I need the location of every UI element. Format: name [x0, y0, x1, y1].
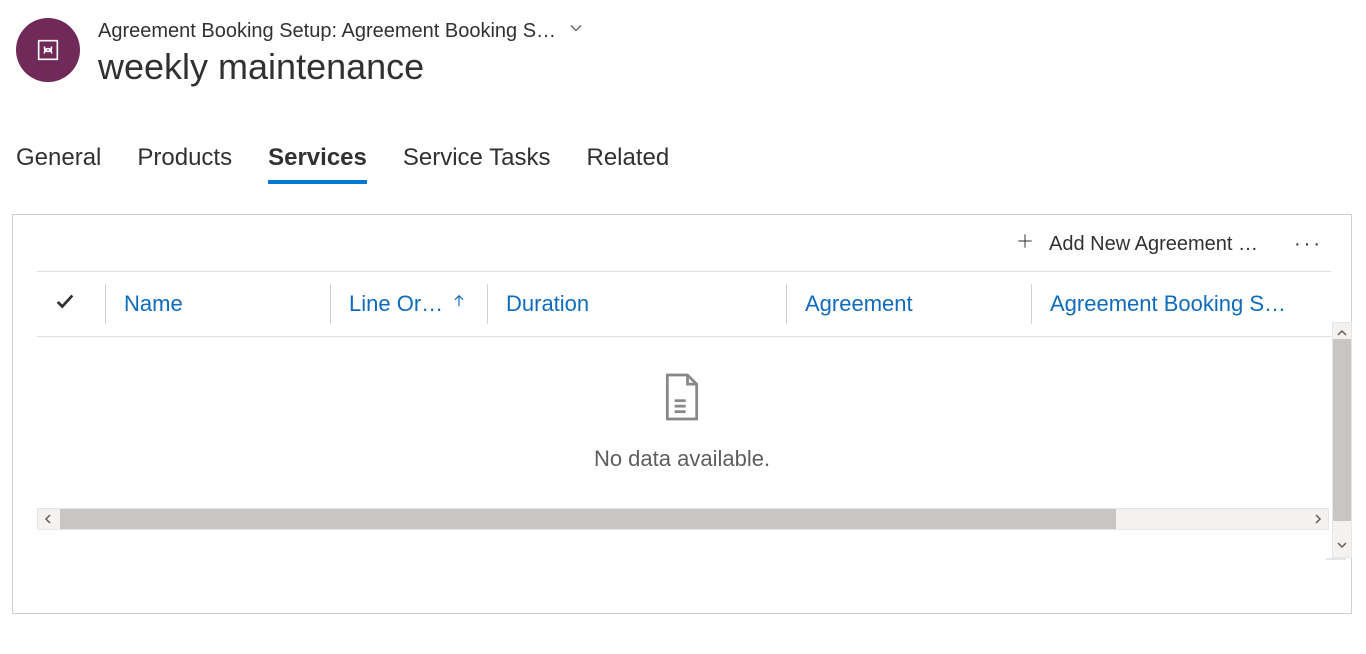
- vertical-scrollbar[interactable]: [1332, 322, 1352, 558]
- services-panel: Add New Agreement … ··· Name Line Or…: [12, 214, 1352, 614]
- select-all-checkbox[interactable]: [37, 290, 93, 318]
- column-divider: [105, 284, 106, 324]
- tab-related[interactable]: Related: [586, 144, 669, 184]
- column-header-agreement-booking-setup[interactable]: Agreement Booking S…: [1044, 291, 1298, 317]
- column-divider: [1031, 284, 1032, 324]
- sort-ascending-icon: [451, 291, 467, 317]
- horizontal-scrollbar[interactable]: [37, 508, 1329, 530]
- tab-products[interactable]: Products: [137, 144, 232, 184]
- column-label: Duration: [506, 291, 589, 317]
- scroll-thumb[interactable]: [1333, 339, 1351, 521]
- tab-services[interactable]: Services: [268, 144, 367, 184]
- column-label: Line Or…: [349, 291, 443, 317]
- page-title: weekly maintenance: [98, 46, 586, 88]
- scroll-down-icon[interactable]: [1337, 537, 1347, 555]
- subgrid-header: Name Line Or… Duration Agreement: [37, 271, 1331, 337]
- empty-message: No data available.: [594, 446, 770, 472]
- empty-grid-state: No data available.: [13, 337, 1351, 502]
- tab-general[interactable]: General: [16, 144, 101, 184]
- column-divider: [786, 284, 787, 324]
- column-label: Name: [124, 291, 183, 317]
- plus-icon: [1015, 231, 1035, 257]
- column-label: Agreement Booking S…: [1050, 291, 1286, 317]
- add-new-agreement-button[interactable]: Add New Agreement …: [1015, 231, 1258, 257]
- check-icon: [54, 290, 76, 318]
- scroll-left-icon[interactable]: [38, 509, 58, 529]
- more-commands-button[interactable]: ···: [1294, 233, 1323, 256]
- vertical-scrollbar[interactable]: [1326, 558, 1346, 560]
- chevron-down-icon[interactable]: [566, 18, 586, 44]
- tab-bar: General Products Services Service Tasks …: [0, 144, 1366, 184]
- tab-service-tasks[interactable]: Service Tasks: [403, 144, 551, 184]
- column-header-line-order[interactable]: Line Or…: [343, 291, 475, 317]
- column-divider: [330, 284, 331, 324]
- column-header-agreement[interactable]: Agreement: [799, 291, 1019, 317]
- breadcrumb-text: Agreement Booking Setup: Agreement Booki…: [98, 20, 556, 43]
- record-header: Agreement Booking Setup: Agreement Booki…: [0, 0, 1366, 88]
- column-header-duration[interactable]: Duration: [500, 291, 774, 317]
- add-new-label: Add New Agreement …: [1049, 233, 1258, 256]
- subgrid-toolbar: Add New Agreement … ···: [13, 215, 1351, 265]
- column-divider: [487, 284, 488, 324]
- column-label: Agreement: [805, 291, 913, 317]
- column-header-name[interactable]: Name: [118, 291, 318, 317]
- entity-icon: [16, 18, 80, 82]
- document-icon: [660, 371, 704, 428]
- scroll-thumb[interactable]: [60, 509, 1116, 529]
- scroll-right-icon[interactable]: [1308, 509, 1328, 529]
- breadcrumb[interactable]: Agreement Booking Setup: Agreement Booki…: [98, 18, 586, 44]
